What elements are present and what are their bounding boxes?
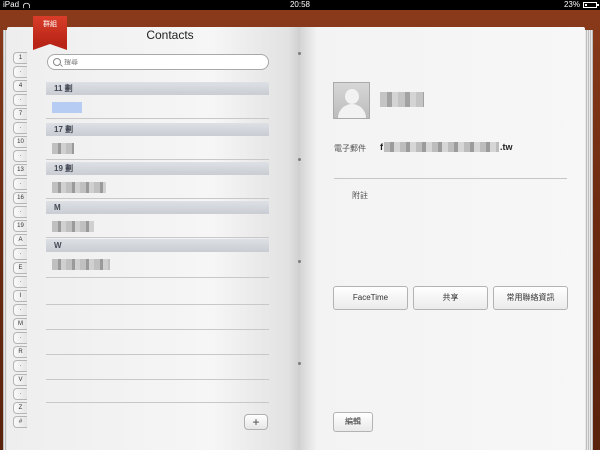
email-value[interactable]: f .tw (380, 142, 513, 152)
binding (296, 40, 304, 420)
status-right: 23% (563, 0, 599, 10)
contact-row[interactable] (46, 136, 269, 160)
index-tab[interactable]: R (13, 346, 27, 358)
contacts-list: 11 劃 17 劃 19 劃 M W (46, 82, 269, 403)
email-suffix: .tw (500, 142, 513, 152)
index-tab[interactable]: 16 (13, 192, 27, 204)
battery-percent: 23% (563, 0, 580, 9)
search-input[interactable] (64, 58, 254, 66)
index-tab[interactable]: 7 (13, 108, 27, 120)
section-header: 11 劃 (46, 82, 269, 95)
index-tab[interactable]: 13 (13, 164, 27, 176)
battery-fill (585, 4, 587, 6)
index-tab[interactable]: 4 (13, 80, 27, 92)
page-edges-right (585, 30, 593, 450)
contact-name-redacted (52, 102, 82, 113)
index-tab[interactable]: 19 (13, 220, 27, 232)
index-tab[interactable]: · (13, 178, 27, 190)
index-tab[interactable]: M (13, 318, 27, 330)
index-tab[interactable]: · (13, 150, 27, 162)
contact-name-redacted (52, 143, 74, 154)
search-icon (53, 58, 61, 66)
index-tab[interactable]: · (13, 66, 27, 78)
list-rule (46, 329, 269, 330)
share-button[interactable]: 共享 (413, 286, 488, 310)
battery-icon (583, 2, 599, 8)
section-divider (334, 178, 567, 179)
status-bar: iPad 20:58 23% (0, 0, 600, 10)
contact-name-redacted (380, 92, 424, 107)
index-tab[interactable]: · (13, 360, 27, 372)
index-rail[interactable]: 1 · 4 · 7 · 10 · 13 · 16 · 19 A · E · I · M · R · V · Z # (13, 52, 27, 434)
list-rule (46, 354, 269, 355)
index-tab[interactable]: · (13, 248, 27, 260)
index-tab[interactable]: 10 (13, 136, 27, 148)
email-prefix: f (380, 142, 383, 152)
section-header: 17 劃 (46, 123, 269, 136)
list-rule (46, 379, 269, 380)
notes-label[interactable]: 附註 (352, 190, 368, 201)
add-contact-button[interactable]: + (244, 414, 268, 430)
index-tab[interactable]: A (13, 234, 27, 246)
list-rule (46, 304, 269, 305)
email-label: 電子郵件 (334, 144, 366, 153)
groups-bookmark[interactable]: 群組 (33, 16, 67, 50)
index-tab[interactable]: · (13, 332, 27, 344)
index-tab[interactable]: · (13, 122, 27, 134)
contact-photo[interactable] (333, 82, 370, 119)
search-bar[interactable] (47, 54, 269, 70)
contact-row[interactable] (46, 95, 269, 119)
binding-hole (298, 260, 301, 263)
section-header: 19 劃 (46, 162, 269, 175)
contact-name-redacted (52, 182, 106, 193)
index-tab[interactable]: · (13, 206, 27, 218)
contact-row[interactable] (46, 175, 269, 199)
add-to-favorites-button[interactable]: 常用聯絡資訊 (493, 286, 568, 310)
index-tab[interactable]: · (13, 276, 27, 288)
section-header: M (46, 201, 269, 214)
facetime-button[interactable]: FaceTime (333, 286, 408, 310)
page-title: Contacts (146, 28, 194, 42)
index-tab[interactable]: · (13, 94, 27, 106)
edit-button[interactable]: 編輯 (333, 412, 373, 432)
person-icon (345, 89, 359, 104)
contact-name-redacted (52, 221, 94, 232)
contact-name-redacted (52, 259, 110, 270)
index-tab[interactable]: # (13, 416, 27, 428)
index-tab[interactable]: I (13, 290, 27, 302)
section-header: W (46, 239, 269, 252)
list-rule (46, 402, 269, 403)
binding-hole (298, 362, 301, 365)
index-tab[interactable]: V (13, 374, 27, 386)
index-tab[interactable]: E (13, 262, 27, 274)
index-tab[interactable]: · (13, 388, 27, 400)
email-redacted (384, 142, 499, 152)
binding-hole (298, 158, 301, 161)
contact-row[interactable] (46, 214, 269, 238)
index-tab[interactable]: Z (13, 402, 27, 414)
person-icon-body (338, 104, 366, 118)
index-tab[interactable]: · (13, 304, 27, 316)
binding-hole (298, 52, 301, 55)
contact-row[interactable] (46, 252, 269, 278)
status-time: 20:58 (289, 0, 311, 9)
index-tab[interactable]: 1 (13, 52, 27, 64)
